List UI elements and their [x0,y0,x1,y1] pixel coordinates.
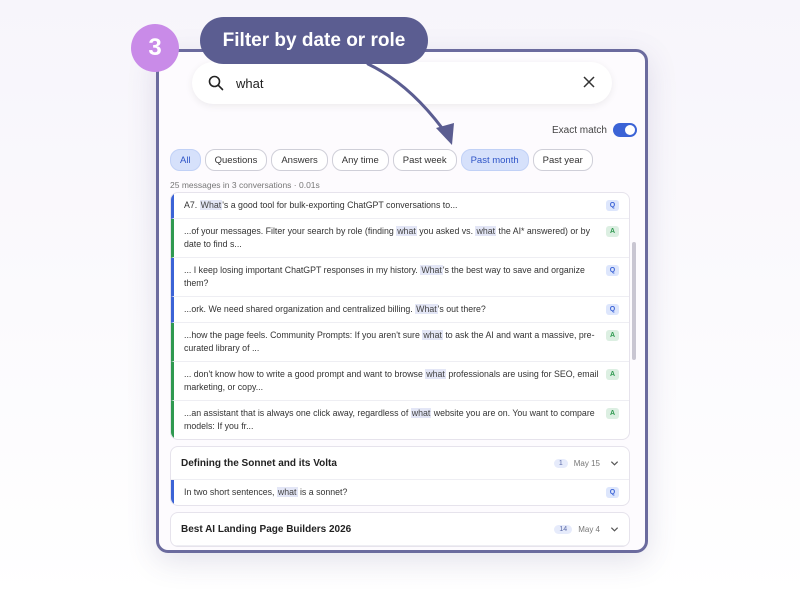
search-icon [208,75,224,91]
role-badge: A [606,408,619,419]
result-text: ...an assistant that is always one click… [184,408,595,431]
conversation-header[interactable]: Defining the Sonnet and its Volta 1 May … [171,447,629,480]
match-highlight: what [475,226,497,236]
conversation-group: Best AI Landing Page Builders 2026 14 Ma… [170,512,630,547]
result-row[interactable]: In two short sentences, what is a sonnet… [171,480,629,505]
result-row[interactable]: ...an assistant that is always one click… [171,401,629,439]
results-summary: 25 messages in 3 conversations · 0.01s [170,180,320,190]
role-badge: Q [606,304,619,315]
chevron-down-icon[interactable] [610,459,619,468]
match-count-badge: 1 [553,458,568,468]
conversation-date: May 15 [573,458,600,468]
result-row[interactable]: ...of your messages. Filter your search … [171,219,629,258]
result-row[interactable]: A7. What's a good tool for bulk-exportin… [171,193,629,219]
result-text: ... I keep losing important ChatGPT resp… [184,265,585,288]
match-highlight: What [199,200,223,210]
conversation-group: A7. What's a good tool for bulk-exportin… [170,192,630,440]
filter-questions[interactable]: Questions [204,149,268,171]
filter-all[interactable]: All [170,149,201,171]
result-row[interactable]: ...how the page feels. Community Prompts… [171,323,629,362]
conversation-header[interactable]: Best AI Landing Page Builders 2026 14 Ma… [171,513,629,546]
role-badge: Q [606,200,619,211]
exact-match-label: Exact match [551,124,607,136]
conversation-title: Defining the Sonnet and its Volta [181,457,337,469]
filter-answers[interactable]: Answers [271,149,328,171]
filter-past-week[interactable]: Past week [392,149,457,171]
result-row[interactable]: ... I keep losing important ChatGPT resp… [171,258,629,297]
result-text: ... don't know how to write a good promp… [184,369,599,392]
role-badge: A [606,369,619,380]
match-highlight: what [422,330,443,340]
filter-chips: All Questions Answers Any time Past week… [170,149,593,171]
exact-match-control: Exact match [552,123,637,137]
close-icon[interactable] [582,75,596,89]
results-list: A7. What's a good tool for bulk-exportin… [170,192,630,550]
scrollbar[interactable] [632,242,636,360]
filter-past-month[interactable]: Past month [460,149,529,171]
callout-label: Filter by date or role [200,17,428,64]
conversation-group: Defining the Sonnet and its Volta 1 May … [170,446,630,506]
filter-any-time[interactable]: Any time [331,149,389,171]
match-highlight: what [425,369,446,379]
chevron-down-icon[interactable] [610,525,619,534]
conversation-date: May 4 [578,524,600,534]
result-text: In two short sentences, what is a sonnet… [184,487,348,497]
role-badge: A [606,330,619,341]
match-highlight: What [415,304,438,314]
result-text: ...ork. We need shared organization and … [184,304,486,314]
result-text: ...how the page feels. Community Prompts… [184,330,595,353]
match-highlight: what [410,408,432,418]
role-badge: Q [606,487,619,498]
result-text: A7. What's a good tool for bulk-exportin… [184,200,458,210]
result-row[interactable]: ... don't know how to write a good promp… [171,362,629,401]
search-input[interactable] [234,74,538,92]
match-highlight: what [276,487,298,497]
role-badge: A [606,226,619,237]
search-panel: Exact match All Questions Answers Any ti… [156,49,648,553]
match-count-badge: 14 [554,524,573,534]
result-row[interactable]: ...ork. We need shared organization and … [171,297,629,323]
match-highlight: what [396,226,417,236]
exact-match-toggle[interactable] [613,123,637,137]
conversation-title: Best AI Landing Page Builders 2026 [181,523,352,535]
role-badge: Q [606,265,619,276]
result-text: ...of your messages. Filter your search … [184,226,590,249]
step-badge: 3 [131,24,179,72]
filter-past-year[interactable]: Past year [532,149,593,171]
match-highlight: What [420,265,443,275]
search-bar [192,62,612,104]
